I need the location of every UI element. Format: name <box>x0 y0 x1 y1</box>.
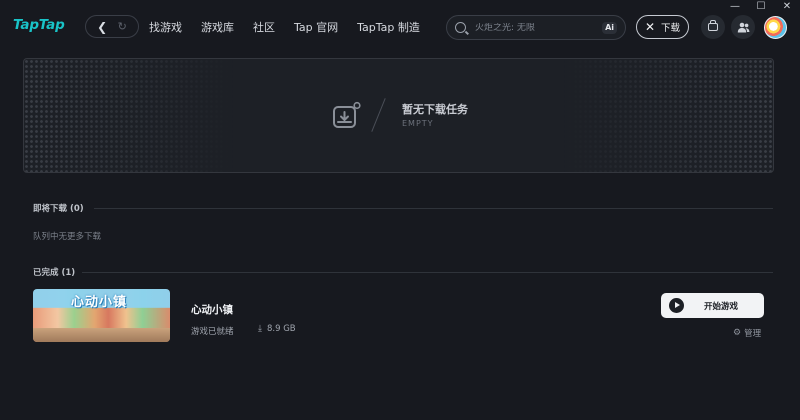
queue-section-divider <box>94 208 773 209</box>
download-icon: ⤓ <box>258 324 262 334</box>
history-nav: ❮ ↻ <box>85 15 139 38</box>
taptap-logo[interactable]: TapTap <box>13 17 65 33</box>
avatar[interactable] <box>764 16 787 39</box>
downloads-button[interactable]: ✕ 下载 <box>636 15 689 39</box>
start-game-button[interactable]: 开始游戏 <box>661 293 764 318</box>
app-window: — ☐ ✕ TapTap ❮ ↻ 找游戏 游戏库 社区 Tap 官网 TapTa… <box>0 0 800 420</box>
downloads-button-label: 下载 <box>661 23 681 34</box>
dot-pattern-right <box>563 59 773 172</box>
game-size: ⤓ 8.9 GB <box>258 324 296 334</box>
game-status: 游戏已就绪 <box>191 327 234 337</box>
empty-subtitle: EMPTY <box>402 119 434 128</box>
menu-item-tap-website[interactable]: Tap 官网 <box>294 19 338 35</box>
queue-section-title: 即将下载 (0) <box>33 204 84 214</box>
refresh-icon[interactable]: ↻ <box>118 21 127 32</box>
search-box: Ai <box>446 15 626 40</box>
close-icon: ✕ <box>644 20 656 34</box>
top-bar: TapTap ❮ ↻ 找游戏 游戏库 社区 Tap 官网 TapTap 制造 A… <box>0 12 800 42</box>
game-size-value: 8.9 GB <box>266 324 296 334</box>
friends-button[interactable] <box>731 15 755 39</box>
search-input[interactable] <box>475 22 603 33</box>
manage-button[interactable]: ⚙ 管理 <box>733 327 761 339</box>
completed-section-title: 已完成 (1) <box>33 268 76 278</box>
gear-icon: ⚙ <box>733 328 742 338</box>
menu-item-game-library[interactable]: 游戏库 <box>201 19 234 35</box>
menu-item-find-games[interactable]: 找游戏 <box>149 19 182 35</box>
chevron-left-icon[interactable]: ❮ <box>97 21 107 33</box>
ai-search-button[interactable]: Ai <box>602 21 617 34</box>
inbox-button[interactable] <box>701 15 725 39</box>
game-name[interactable]: 心动小镇 <box>191 302 233 317</box>
start-game-label: 开始游戏 <box>704 301 739 312</box>
play-icon <box>669 298 684 313</box>
menu-item-community[interactable]: 社区 <box>253 19 275 35</box>
dot-pattern-left <box>24 59 234 172</box>
inbox-icon <box>708 20 718 31</box>
completed-section-divider <box>82 272 773 273</box>
empty-downloads-banner: 暂无下载任务 EMPTY <box>23 58 774 173</box>
game-thumbnail-logo: 心动小镇 <box>71 295 128 310</box>
queue-empty-text: 队列中无更多下载 <box>33 232 102 242</box>
empty-title: 暂无下载任务 <box>402 103 468 116</box>
divider-slash <box>371 98 386 132</box>
main-menu: 找游戏 游戏库 社区 Tap 官网 TapTap 制造 <box>149 19 439 35</box>
download-tray-icon <box>333 101 361 128</box>
search-icon <box>455 22 466 33</box>
manage-label: 管理 <box>744 329 762 339</box>
friends-icon <box>737 22 749 32</box>
game-thumbnail[interactable]: 心动小镇 <box>33 289 170 342</box>
menu-item-taptap-maker[interactable]: TapTap 制造 <box>357 19 420 35</box>
